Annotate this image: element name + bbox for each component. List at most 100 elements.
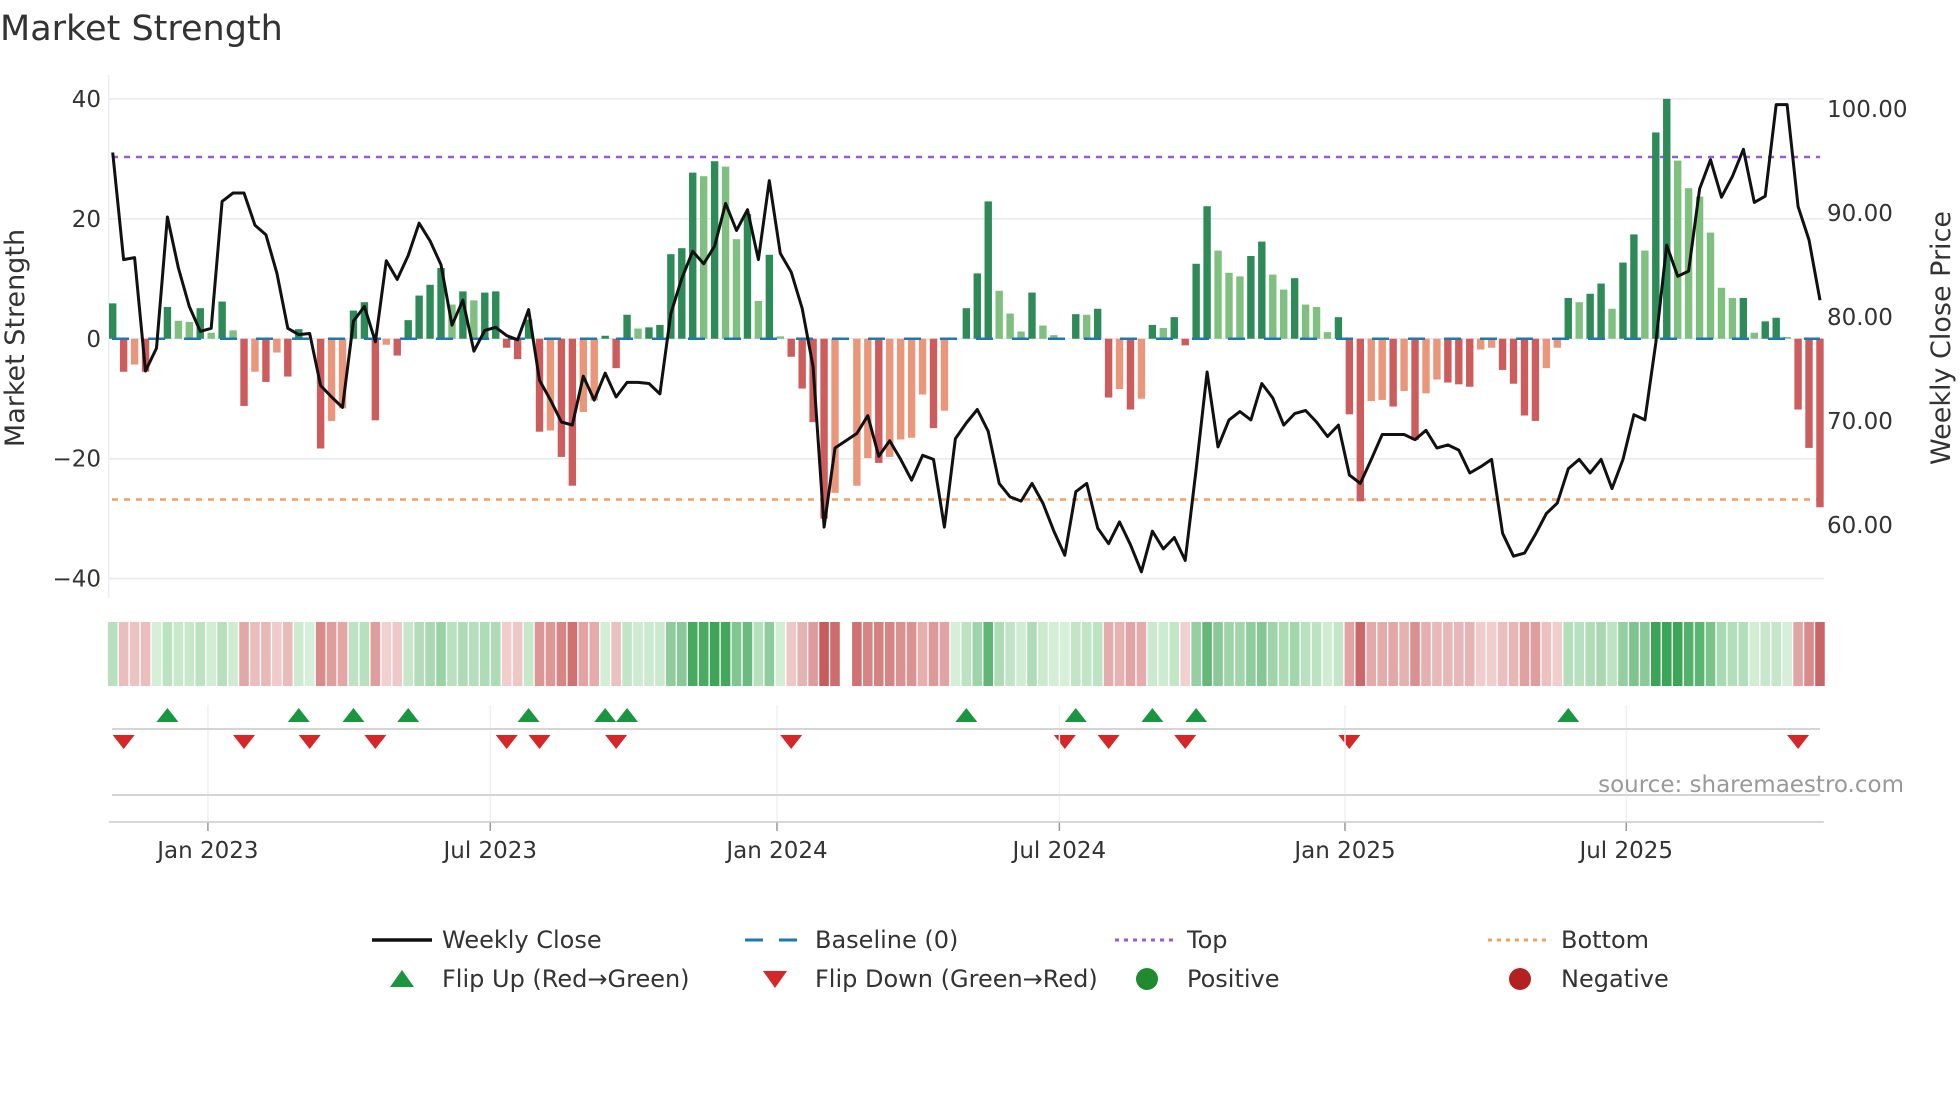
- legend-item: Top: [1115, 926, 1228, 954]
- y2-tick-label: 100.00: [1827, 97, 1907, 123]
- strip-cell: [731, 622, 742, 686]
- strip-cell: [118, 622, 129, 686]
- strip-cell: [1672, 622, 1683, 686]
- strength-bar: [645, 327, 653, 339]
- strip-cell: [1410, 622, 1420, 686]
- strength-bar: [1258, 241, 1266, 339]
- strip-cell: [1793, 622, 1803, 686]
- strength-bar: [218, 301, 226, 339]
- strength-bar: [404, 320, 412, 339]
- strength-bar: [995, 290, 1003, 339]
- strip-cell: [283, 622, 293, 686]
- strength-bar: [787, 338, 795, 357]
- x-axis: Jan 2023 Jul 2023 Jan 2024 Jul 2024 Jan 2025…: [108, 705, 1824, 864]
- strength-bar: [240, 338, 248, 406]
- strength-bar: [502, 338, 511, 348]
- strength-bar: [1280, 289, 1288, 339]
- strip-cell: [1081, 622, 1092, 686]
- strength-bar: [251, 338, 259, 372]
- x-tick-label: Jan 2023: [155, 838, 258, 864]
- strip-cell: [425, 622, 435, 686]
- y-axis-left: 40 20 0 −20 −40: [52, 87, 101, 593]
- strength-bar: [1663, 98, 1671, 339]
- y2-tick-label: 70.00: [1827, 409, 1893, 435]
- strength-bar: [1805, 338, 1813, 448]
- strip-cell: [1235, 622, 1245, 686]
- strip-cell: [1289, 622, 1300, 686]
- strip-cell: [1760, 622, 1771, 686]
- strip-cell: [1596, 622, 1606, 686]
- strength-bar: [798, 338, 806, 389]
- strip-cell: [1454, 622, 1464, 686]
- legend-item: Positive: [1136, 965, 1280, 993]
- strength-bar: [1761, 321, 1769, 339]
- strength-bar: [163, 306, 172, 339]
- flip-down-marker: [1097, 735, 1120, 749]
- strip-cell: [501, 622, 512, 686]
- strength-bar: [886, 338, 894, 457]
- strip-cell: [1016, 622, 1026, 686]
- strength-bar: [1334, 317, 1343, 339]
- strip-cell: [1541, 622, 1552, 686]
- strength-bar: [130, 338, 139, 365]
- strip-cell: [250, 622, 260, 686]
- strip-cell: [1158, 622, 1169, 686]
- strip-cell: [1355, 622, 1366, 686]
- strip-cell: [304, 622, 315, 686]
- strength-bar: [896, 338, 905, 440]
- strip-cell: [1475, 622, 1486, 686]
- strength-bar: [1389, 338, 1397, 407]
- flip-down-marker: [364, 735, 387, 749]
- strip-cell: [1629, 622, 1639, 686]
- flip-up-marker: [1064, 708, 1087, 722]
- strip-cell: [1607, 622, 1617, 686]
- strength-bar: [1104, 338, 1113, 398]
- strip-cell: [479, 622, 490, 686]
- strip-cell: [1246, 622, 1256, 686]
- strip-cell: [1070, 622, 1081, 686]
- strength-bar: [557, 338, 566, 457]
- strip-cell: [633, 622, 643, 686]
- strip-cell: [1727, 622, 1738, 686]
- strength-bar: [1137, 338, 1146, 399]
- strip-cell: [567, 622, 578, 686]
- strength-bar: [1586, 293, 1594, 339]
- strip-cell: [1651, 622, 1661, 686]
- strength-bar: [1072, 314, 1080, 339]
- strength-bar: [1083, 314, 1091, 339]
- strip-cell: [293, 622, 304, 686]
- strength-bar: [1444, 338, 1452, 383]
- flip-up-marker: [156, 708, 179, 722]
- legend-label: Negative: [1561, 965, 1669, 993]
- legend-item: Weekly Close: [372, 926, 602, 954]
- strength-bar: [1367, 338, 1375, 402]
- strength-bar: [119, 338, 128, 372]
- strength-bar: [109, 303, 117, 339]
- strip-cell: [1804, 622, 1814, 686]
- flip-down-marker: [298, 735, 321, 749]
- strength-bar: [546, 338, 555, 431]
- strip-cell: [578, 622, 589, 686]
- strength-bar: [1312, 306, 1321, 339]
- strip-cell: [1224, 622, 1234, 686]
- strength-bar: [1323, 332, 1332, 339]
- strength-bar: [1126, 338, 1135, 410]
- strip-cell: [392, 622, 403, 686]
- legend-item: Flip Down (Green→Red): [763, 965, 1098, 993]
- x-tick-label: Jan 2024: [724, 838, 827, 864]
- x-tick-label: Jul 2025: [1577, 838, 1673, 864]
- strength-bar: [393, 338, 401, 356]
- strip-cell: [261, 622, 271, 686]
- strip-cell: [403, 622, 413, 686]
- strip-cell: [1125, 622, 1136, 686]
- y2-tick-label: 60.00: [1827, 513, 1893, 539]
- strength-bar: [207, 332, 215, 339]
- strength-bar: [1039, 325, 1047, 339]
- strength-bar: [327, 338, 336, 421]
- strip-cell: [1191, 622, 1201, 686]
- strength-bar: [612, 338, 620, 369]
- strength-bar: [371, 338, 380, 421]
- strip-cell: [1311, 622, 1322, 686]
- strength-bar: [1192, 263, 1200, 339]
- strength-bar: [1455, 338, 1463, 385]
